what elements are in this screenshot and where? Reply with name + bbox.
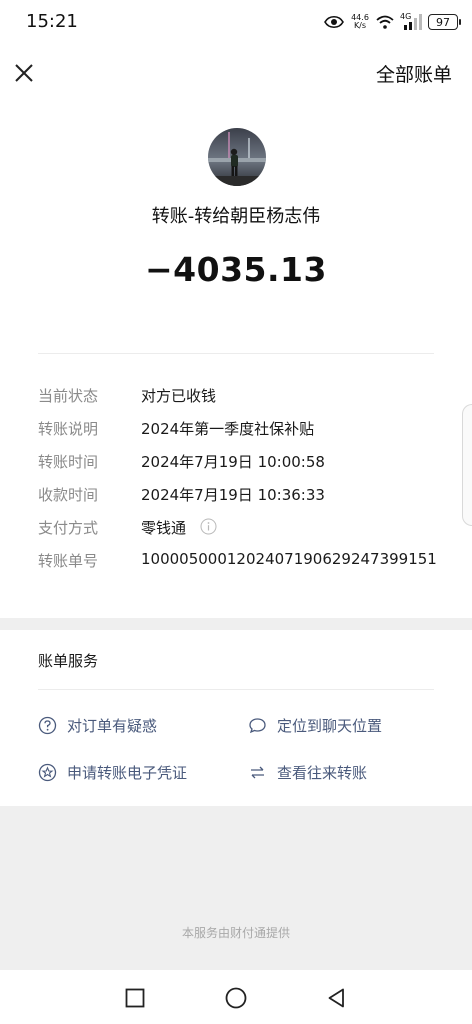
- detail-label: 支付方式: [38, 519, 99, 537]
- locate-chat-button[interactable]: 定位到聊天位置: [248, 714, 382, 736]
- detail-value: 零钱通: [141, 519, 187, 537]
- wifi-icon: [376, 15, 394, 29]
- header: 全部账单: [0, 44, 472, 102]
- detail-row-transfer-id: 转账单号 1000050001202407190629247399151: [38, 550, 458, 570]
- bill-services-title: 账单服务: [38, 652, 99, 670]
- detail-value[interactable]: 1000050001202407190629247399151: [141, 550, 437, 568]
- detail-row-transfer-time: 转账时间 2024年7月19日 10:00:58: [38, 451, 458, 471]
- service-label: 定位到聊天位置: [277, 716, 383, 735]
- avatar[interactable]: [208, 128, 266, 186]
- divider: [38, 689, 434, 690]
- service-label: 对订单有疑惑: [67, 716, 158, 735]
- detail-value: 2024年第一季度社保补贴: [141, 420, 315, 438]
- service-label: 申请转账电子凭证: [67, 763, 188, 782]
- detail-label: 转账时间: [38, 453, 99, 471]
- swap-arrows-icon: [251, 766, 264, 778]
- detail-value: 2024年7月19日 10:36:33: [141, 486, 325, 504]
- star-circle-icon: [38, 763, 57, 781]
- net-speed-unit: K/s: [353, 21, 367, 30]
- system-nav-bar: [0, 970, 472, 1024]
- battery-indicator: 97: [428, 14, 461, 30]
- transaction-amount: −4035.13: [145, 250, 327, 289]
- provider-note: 本服务由财付通提供: [181, 926, 290, 940]
- status-time: 15:21: [26, 11, 78, 32]
- detail-value: 2024年7月19日 10:00:58: [141, 453, 325, 471]
- service-label: 查看往来转账: [277, 763, 368, 782]
- info-icon[interactable]: [200, 518, 217, 535]
- chat-bubble-icon: [249, 717, 266, 733]
- close-icon[interactable]: [10, 59, 38, 87]
- cellular-signal: 4G: [400, 12, 422, 30]
- view-transfers-button[interactable]: 查看往来转账: [248, 761, 367, 783]
- detail-row-description: 转账说明 2024年第一季度社保补贴: [38, 418, 458, 438]
- detail-value: 对方已收钱: [141, 387, 217, 405]
- detail-row-status: 当前状态 对方已收钱: [38, 385, 458, 405]
- request-voucher-button[interactable]: 申请转账电子凭证: [38, 761, 187, 783]
- detail-row-receive-time: 收款时间 2024年7月19日 10:36:33: [38, 484, 458, 504]
- order-question-button[interactable]: 对订单有疑惑: [38, 714, 157, 736]
- status-icons: 44.6 K/s 4G 97: [324, 12, 461, 32]
- transaction-title: 转账-转给朝臣杨志伟: [151, 206, 321, 227]
- all-bills-link[interactable]: 全部账单: [376, 60, 452, 87]
- detail-label: 转账说明: [38, 420, 99, 438]
- recent-apps-icon[interactable]: [123, 986, 147, 1010]
- status-bar: 15:21 44.6 K/s 4G 97: [0, 0, 472, 44]
- detail-label: 当前状态: [38, 387, 99, 405]
- side-pull-tab[interactable]: [462, 404, 472, 526]
- home-icon[interactable]: [224, 986, 248, 1010]
- detail-label: 转账单号: [38, 552, 99, 570]
- net-speed: 44.6 K/s: [350, 14, 370, 30]
- signal-bars-icon: [404, 14, 422, 30]
- detail-label: 收款时间: [38, 486, 99, 504]
- back-icon[interactable]: [325, 986, 349, 1010]
- transaction-card: 转账-转给朝臣杨志伟 −4035.13 当前状态 对方已收钱 转账说明 2024…: [0, 102, 472, 618]
- detail-row-payment-method: 支付方式 零钱通: [38, 517, 458, 537]
- eye-icon: [324, 15, 344, 29]
- divider: [38, 353, 434, 354]
- question-circle-icon: [38, 716, 57, 734]
- bill-services: 账单服务 对订单有疑惑 定位到聊天位置 申请转账电子凭证 查看往来转账: [0, 630, 472, 806]
